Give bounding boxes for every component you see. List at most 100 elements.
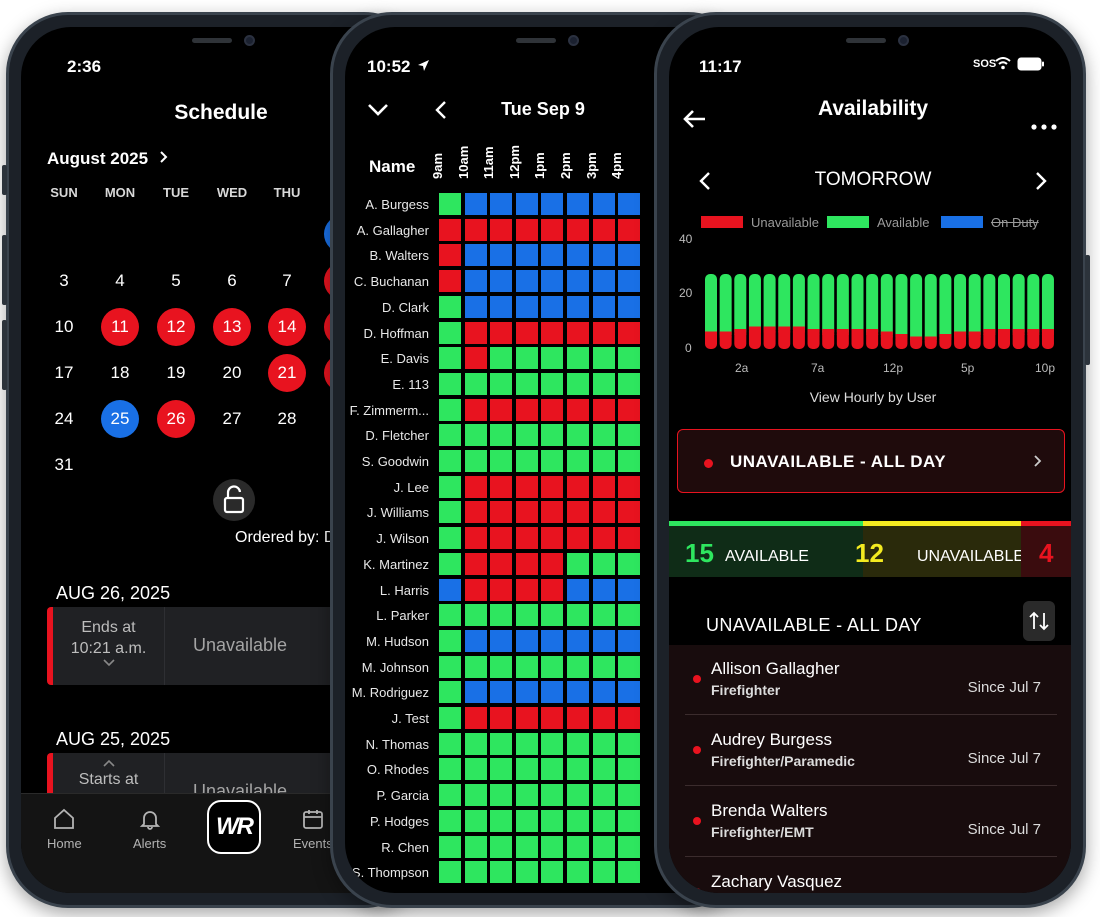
availability-cell[interactable] — [439, 578, 461, 601]
availability-cell[interactable] — [592, 861, 615, 884]
availability-cell[interactable] — [515, 809, 538, 832]
availability-cell[interactable] — [567, 578, 589, 601]
unavailable-segment[interactable]: 12 UNAVAILABLE — [855, 521, 1024, 577]
availability-cell[interactable] — [515, 784, 538, 807]
calendar-day[interactable]: 4 — [101, 262, 139, 300]
availability-cell[interactable] — [618, 809, 641, 832]
availability-cell[interactable] — [439, 244, 461, 267]
availability-cell[interactable] — [592, 809, 615, 832]
row-name[interactable]: B. Walters — [345, 248, 429, 263]
availability-cell[interactable] — [515, 398, 538, 421]
availability-cell[interactable] — [541, 861, 564, 884]
availability-cell[interactable] — [567, 629, 589, 652]
availability-cell[interactable] — [490, 372, 513, 395]
calendar-day[interactable]: 11 — [101, 308, 139, 346]
availability-cell[interactable] — [515, 295, 538, 318]
next-day-icon[interactable] — [1035, 171, 1047, 196]
availability-cell[interactable] — [464, 475, 487, 498]
availability-cell[interactable] — [439, 681, 461, 704]
availability-cell[interactable] — [439, 398, 461, 421]
availability-cell[interactable] — [567, 758, 589, 781]
availability-cell[interactable] — [592, 321, 615, 344]
availability-cell[interactable] — [567, 424, 589, 447]
availability-cell[interactable] — [464, 398, 487, 421]
availability-cell[interactable] — [464, 244, 487, 267]
availability-cell[interactable] — [541, 552, 564, 575]
availability-cell[interactable] — [515, 501, 538, 524]
row-name[interactable]: J. Lee — [345, 480, 429, 495]
availability-cell[interactable] — [567, 552, 589, 575]
availability-cell[interactable] — [567, 501, 589, 524]
availability-cell[interactable] — [515, 655, 538, 678]
availability-cell[interactable] — [541, 707, 564, 729]
availability-cell[interactable] — [490, 604, 513, 627]
calendar-day[interactable]: 3 — [45, 262, 83, 300]
availability-cell[interactable] — [541, 758, 564, 781]
availability-cell[interactable] — [490, 475, 513, 498]
availability-cell[interactable] — [490, 244, 513, 267]
availability-cell[interactable] — [618, 655, 641, 678]
availability-cell[interactable] — [515, 450, 538, 472]
availability-cell[interactable] — [541, 398, 564, 421]
availability-cell[interactable] — [592, 784, 615, 807]
row-name[interactable]: S. Goodwin — [345, 454, 429, 469]
availability-cell[interactable] — [490, 835, 513, 858]
availability-cell[interactable] — [490, 193, 513, 215]
tab-events[interactable]: Events — [293, 808, 333, 851]
availability-cell[interactable] — [515, 218, 538, 241]
availability-cell[interactable] — [567, 475, 589, 498]
availability-cell[interactable] — [541, 475, 564, 498]
availability-cell[interactable] — [439, 604, 461, 627]
availability-cell[interactable] — [618, 321, 641, 344]
availability-cell[interactable] — [618, 193, 641, 215]
availability-cell[interactable] — [490, 347, 513, 370]
availability-cell[interactable] — [541, 193, 564, 215]
availability-cell[interactable] — [515, 578, 538, 601]
availability-cell[interactable] — [567, 707, 589, 729]
availability-cell[interactable] — [490, 450, 513, 472]
availability-cell[interactable] — [592, 218, 615, 241]
event-card[interactable]: Ends at 10:21 a.m. Unavailable — [47, 607, 367, 685]
availability-cell[interactable] — [464, 681, 487, 704]
availability-cell[interactable] — [464, 835, 487, 858]
availability-cell[interactable] — [618, 372, 641, 395]
availability-cell[interactable] — [490, 218, 513, 241]
availability-cell[interactable] — [592, 552, 615, 575]
availability-cell[interactable] — [567, 244, 589, 267]
availability-cell[interactable] — [490, 424, 513, 447]
availability-cell[interactable] — [439, 218, 461, 241]
availability-cell[interactable] — [618, 707, 641, 729]
availability-cell[interactable] — [490, 321, 513, 344]
availability-cell[interactable] — [592, 295, 615, 318]
availability-cell[interactable] — [439, 527, 461, 550]
availability-cell[interactable] — [490, 527, 513, 550]
availability-cell[interactable] — [541, 347, 564, 370]
availability-cell[interactable] — [541, 681, 564, 704]
availability-cell[interactable] — [515, 861, 538, 884]
availability-cell[interactable] — [541, 321, 564, 344]
availability-cell[interactable] — [618, 835, 641, 858]
availability-cell[interactable] — [618, 295, 641, 318]
availability-cell[interactable] — [567, 732, 589, 755]
availability-cell[interactable] — [439, 629, 461, 652]
calendar-day[interactable]: 24 — [45, 400, 83, 438]
availability-cell[interactable] — [592, 244, 615, 267]
availability-cell[interactable] — [592, 707, 615, 729]
row-name[interactable]: A. Gallagher — [345, 223, 429, 238]
availability-cell[interactable] — [490, 732, 513, 755]
availability-cell[interactable] — [439, 295, 461, 318]
availability-cell[interactable] — [464, 758, 487, 781]
calendar-day[interactable]: 27 — [213, 400, 251, 438]
availability-cell[interactable] — [515, 681, 538, 704]
availability-cell[interactable] — [592, 501, 615, 524]
availability-cell[interactable] — [618, 398, 641, 421]
calendar-day[interactable]: 28 — [268, 400, 306, 438]
hourly-availability-chart[interactable] — [669, 237, 1071, 357]
list-item[interactable]: Allison Gallagher Firefighter Since Jul 7 — [685, 645, 1057, 715]
availability-cell[interactable] — [592, 193, 615, 215]
availability-cell[interactable] — [464, 784, 487, 807]
row-name[interactable]: D. Hoffman — [345, 326, 429, 341]
availability-cell[interactable] — [464, 347, 487, 370]
availability-cell[interactable] — [618, 527, 641, 550]
availability-cell[interactable] — [464, 707, 487, 729]
